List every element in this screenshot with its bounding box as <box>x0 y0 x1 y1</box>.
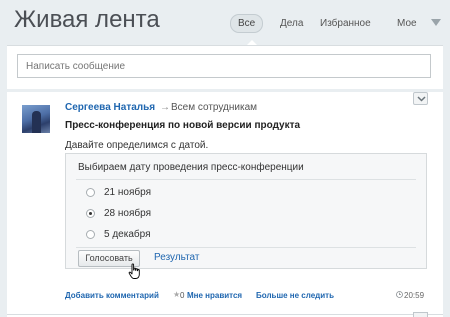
tab-tasks[interactable]: Дела <box>280 14 303 33</box>
poll-option-label: 5 декабря <box>104 229 151 240</box>
post-text: Давайте определимся с датой. <box>65 140 209 151</box>
clock-icon <box>396 291 403 298</box>
chevron-down-icon[interactable] <box>431 19 441 26</box>
avatar[interactable] <box>22 105 50 133</box>
radio-button[interactable] <box>86 209 95 218</box>
feed-post: Сергеева Наталья → Всем сотрудникам Прес… <box>7 92 443 317</box>
likes-count: 0 <box>180 291 185 300</box>
radio-button[interactable] <box>86 188 95 197</box>
tab-favorites[interactable]: Избранное <box>320 14 371 33</box>
post-time: 20:59 <box>404 291 425 300</box>
tab-all[interactable]: Все <box>230 14 264 33</box>
results-link[interactable]: Результат <box>154 252 199 263</box>
header: Живая лента Все Дела Избранное Мое <box>0 0 450 44</box>
post-author[interactable]: Сергеева Наталья <box>65 102 155 113</box>
divider <box>76 247 416 248</box>
radio-button[interactable] <box>86 230 95 239</box>
composer <box>7 45 443 89</box>
add-comment-link[interactable]: Добавить комментарий <box>65 291 159 300</box>
poll-option-label: 28 ноября <box>104 208 151 219</box>
poll-option-label: 21 ноября <box>104 187 151 198</box>
hand-cursor-icon <box>128 263 140 279</box>
page-title: Живая лента <box>14 6 160 33</box>
arrow-right-icon: → <box>160 102 170 113</box>
divider <box>76 179 416 180</box>
next-post-collapse-button[interactable] <box>413 312 428 317</box>
post-recipients: Всем сотрудникам <box>171 102 258 113</box>
poll: Выбираем дату проведения пресс-конференц… <box>65 153 427 269</box>
like-link[interactable]: Мне нравится <box>187 291 242 300</box>
collapse-button[interactable] <box>413 92 428 105</box>
unfollow-link[interactable]: Больше не следить <box>256 291 334 300</box>
post-title: Пресс-конференция по новой версии продук… <box>65 120 301 131</box>
chevron-down-icon <box>417 96 426 102</box>
tab-mine[interactable]: Мое <box>397 14 417 33</box>
message-input[interactable] <box>17 54 431 78</box>
poll-question: Выбираем дату проведения пресс-конференц… <box>78 162 304 173</box>
